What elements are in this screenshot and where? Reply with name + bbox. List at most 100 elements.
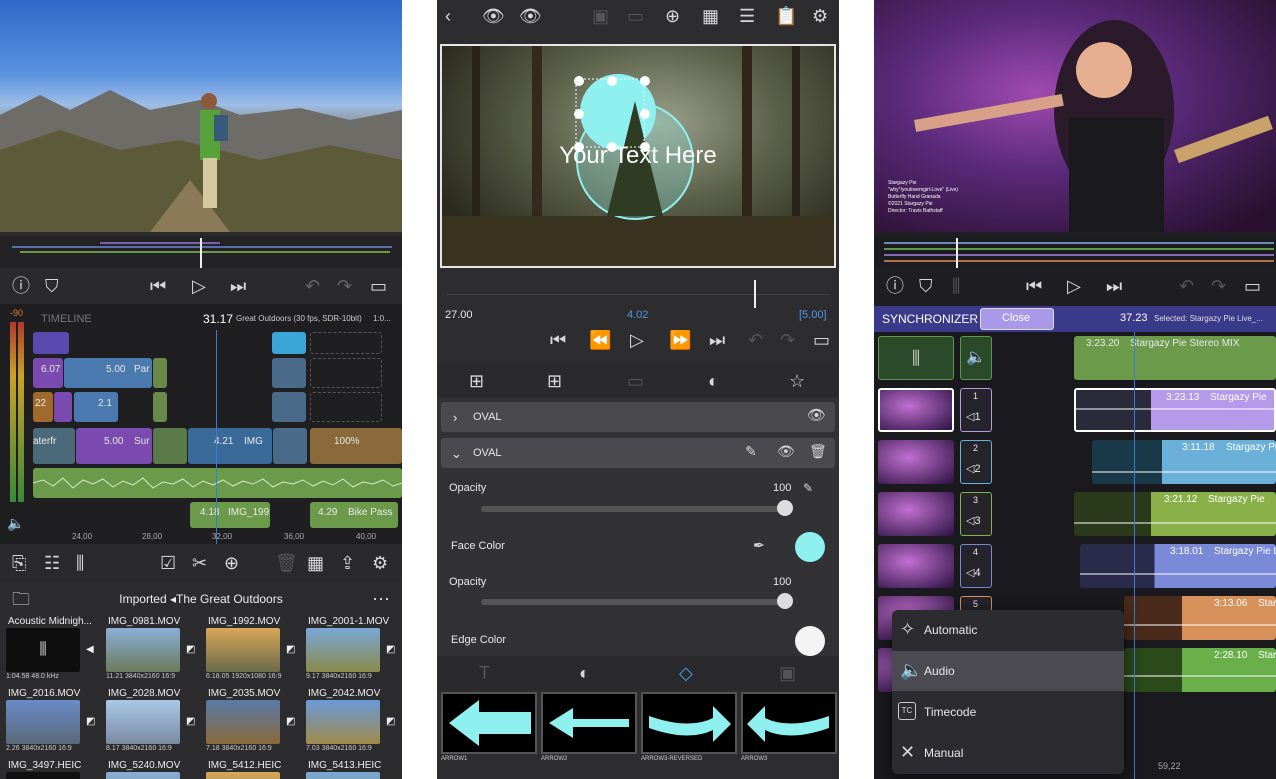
media-thumbnail[interactable] (306, 772, 380, 779)
timeline-clip[interactable]: 4.21 IMG (188, 428, 272, 464)
timeline-clip[interactable] (153, 392, 167, 422)
redo-icon[interactable]: ↷ (780, 331, 795, 349)
playhead[interactable] (216, 330, 217, 544)
undo-icon[interactable]: ↶ (748, 331, 763, 349)
edge-color-swatch[interactable] (795, 626, 825, 656)
timeline-clip[interactable] (272, 392, 306, 422)
redo-icon[interactable]: ↷ (337, 277, 352, 295)
sync-track-clip[interactable]: 3:11.18 Stargazy Pie (1092, 440, 1276, 484)
gear-icon[interactable]: ⚙ (372, 554, 388, 572)
pencil-icon[interactable]: ✎ (803, 482, 813, 494)
text-icon[interactable]: T (479, 664, 490, 682)
back-icon[interactable]: ‹ (445, 7, 451, 25)
color-icon[interactable]: ◐ (579, 664, 590, 682)
media-thumbnail[interactable] (6, 772, 80, 779)
shapes-icon[interactable]: ◇ (679, 664, 693, 682)
eye-off-icon[interactable]: 👁 (519, 7, 542, 25)
timeline-clip[interactable]: 5.00 Par (64, 358, 152, 388)
media-thumbnail[interactable]: ⫼ (6, 628, 80, 672)
media-thumbnail[interactable] (106, 772, 180, 779)
timeline-clip[interactable]: 22 (33, 392, 53, 422)
face-color-swatch[interactable] (795, 532, 825, 562)
track-thumbnail[interactable] (878, 492, 954, 536)
slider-thumb[interactable] (777, 500, 793, 516)
layout-icon[interactable]: ▦ (307, 554, 324, 572)
media-thumbnail[interactable] (6, 700, 80, 744)
select-icon[interactable]: ☑ (160, 554, 176, 572)
skip-back-icon[interactable]: ⏮ (1026, 277, 1042, 295)
audio-clip[interactable]: 4.29 Bike Pass (310, 502, 398, 528)
timeline-area[interactable]: -90 TIMELINE 31.17 Great Outdoors (30 fp… (0, 304, 402, 544)
play-icon[interactable]: ▷ (630, 331, 644, 349)
speaker-icon[interactable]: 🔈 (7, 516, 24, 530)
play-icon[interactable]: ▷ (192, 277, 206, 295)
scissors-icon[interactable]: ✂ (192, 554, 207, 572)
eyedropper-icon[interactable]: ✒ (753, 538, 765, 552)
export-icon[interactable]: ⎘ (12, 554, 26, 572)
info-icon[interactable]: ⓘ (886, 277, 904, 295)
timeline-clip[interactable] (153, 358, 167, 388)
skip-forward-icon[interactable]: ⏭ (1106, 277, 1122, 295)
track-thumbnail[interactable] (878, 440, 954, 484)
image-icon[interactable]: ▣ (779, 664, 796, 682)
skip-back-icon[interactable]: ⏮ (550, 331, 566, 349)
add-icon[interactable]: ⊕ (224, 554, 239, 572)
media-thumbnail[interactable] (106, 628, 180, 672)
media-thumbnail[interactable] (306, 628, 380, 672)
media-thumbnail[interactable] (306, 700, 380, 744)
timeline-clip[interactable] (273, 428, 307, 464)
master-audio-button[interactable]: 🔈 (960, 336, 992, 380)
master-clip[interactable]: 3:23.20 Stargazy Pie Stereo MIX (1074, 336, 1276, 380)
menu-item-manual[interactable]: ✕ Manual (892, 733, 1124, 773)
undo-icon[interactable]: ↶ (1179, 277, 1194, 295)
sync-track-clip[interactable]: 3:23.13 Stargazy Pie (1074, 388, 1276, 432)
crop-icon[interactable]: ▣ (592, 7, 609, 25)
shape-option[interactable] (541, 692, 637, 754)
timeline-clip[interactable]: 5.00 Sur (76, 428, 152, 464)
marker-icon[interactable]: ⛉ (45, 277, 59, 295)
info-icon[interactable]: ⓘ (12, 277, 30, 295)
undo-icon[interactable]: ↶ (305, 277, 320, 295)
timeline-clip[interactable] (272, 332, 306, 354)
shape-option[interactable] (641, 692, 737, 754)
sync-track-clip[interactable]: 3:13.06 Stargazy Pie (1124, 596, 1276, 640)
timeline-clip[interactable] (54, 392, 72, 422)
zoom-icon[interactable]: ⊕ (665, 7, 680, 25)
eye-icon[interactable]: 👁 (807, 408, 826, 423)
menu-item-automatic[interactable]: ✧ Automatic (892, 610, 1124, 650)
fullscreen-icon[interactable]: ▭ (813, 331, 830, 349)
sync-track-clip[interactable]: 3:21.12 Stargazy Pie (1074, 492, 1276, 536)
timeline-clip[interactable]: 100% (310, 428, 402, 464)
trash-icon[interactable]: 🗑 (809, 444, 827, 458)
fullscreen-icon[interactable]: ▭ (1244, 277, 1261, 295)
mini-timeline[interactable] (0, 236, 402, 268)
more-icon[interactable]: ⋯ (372, 590, 390, 608)
preview-viewer[interactable]: Your Text Here (440, 44, 836, 268)
skip-back-icon[interactable]: ⏮ (150, 277, 166, 295)
step-back-icon[interactable]: ⏪ (589, 331, 611, 349)
scrubber[interactable] (437, 278, 839, 308)
playhead[interactable] (1134, 332, 1135, 779)
clipboard-icon[interactable]: 📋 (775, 7, 797, 25)
star-icon[interactable]: ☆ (789, 372, 805, 390)
list-icon[interactable]: ☷ (44, 554, 60, 572)
opacity-slider[interactable] (481, 506, 787, 512)
sync-icon[interactable]: ⫼ (952, 277, 960, 295)
media-thumbnail[interactable] (206, 700, 280, 744)
audio-track[interactable] (33, 468, 402, 498)
media-thumbnail[interactable] (206, 628, 280, 672)
overlay-text[interactable]: Your Text Here (442, 142, 834, 170)
sync-track-clip[interactable]: 3:18.01 Stargazy Pie L (1080, 544, 1276, 588)
skip-forward-icon[interactable]: ⏭ (709, 331, 725, 349)
add-layer-icon[interactable]: ⊞ (547, 372, 562, 390)
timeline-clip[interactable]: 6.07 (33, 358, 63, 388)
skip-forward-icon[interactable]: ⏭ (230, 277, 246, 295)
redo-icon[interactable]: ↷ (1211, 277, 1226, 295)
browser-title[interactable]: Imported ◂The Great Outdoors (0, 592, 402, 606)
timeline-clip[interactable]: aterfr (33, 428, 75, 464)
media-thumbnail[interactable] (106, 700, 180, 744)
section-header[interactable]: ⌄ OVAL ✎ 👁 🗑 (441, 438, 835, 468)
play-icon[interactable]: ▷ (1067, 277, 1081, 295)
gear-icon[interactable]: ⚙ (812, 7, 828, 25)
step-forward-icon[interactable]: ⏩ (669, 331, 691, 349)
